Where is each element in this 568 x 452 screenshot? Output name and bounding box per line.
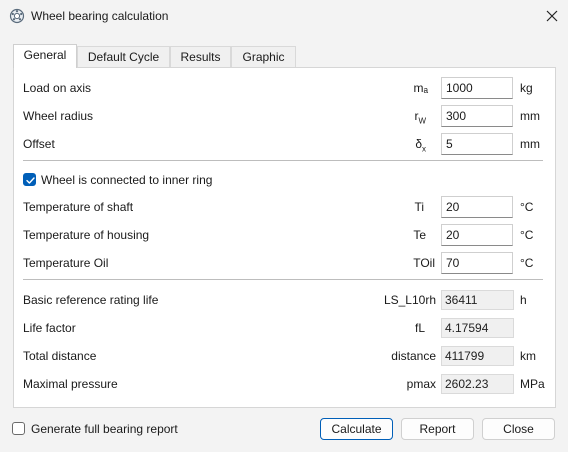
inner-ring-checkbox[interactable]	[23, 173, 36, 186]
total-distance-label: Total distance	[23, 349, 97, 363]
separator	[23, 279, 543, 280]
offset-label: Offset	[23, 137, 55, 151]
load-input[interactable]	[441, 77, 513, 99]
inner-ring-label[interactable]: Wheel is connected to inner ring	[41, 173, 212, 187]
bearing-app-icon	[9, 8, 25, 24]
separator	[23, 160, 543, 161]
life-factor-value	[441, 318, 514, 338]
oil-temp-symbol: TOil	[413, 256, 435, 270]
life-factor-symbol: fL	[414, 321, 425, 335]
window-title: Wheel bearing calculation	[31, 9, 169, 23]
offset-unit: mm	[520, 137, 540, 151]
load-unit: kg	[520, 81, 533, 95]
calculate-button[interactable]: Calculate	[320, 418, 393, 440]
shaft-temp-unit: °C	[520, 200, 534, 214]
rating-life-symbol: LS_L10rh	[383, 293, 436, 307]
housing-temp-symbol: Te	[413, 228, 426, 242]
max-pressure-label: Maximal pressure	[23, 377, 118, 391]
total-distance-symbol: distance	[391, 349, 436, 363]
max-pressure-value	[441, 374, 514, 394]
total-distance-unit: km	[520, 349, 536, 363]
load-label: Load on axis	[23, 81, 92, 95]
radius-input[interactable]	[441, 105, 513, 127]
oil-temp-unit: °C	[520, 256, 534, 270]
tab-results[interactable]: Results	[170, 46, 231, 67]
tab-default-cycle[interactable]: Default Cycle	[77, 46, 170, 67]
radius-unit: mm	[520, 109, 540, 123]
rating-life-unit: h	[520, 293, 527, 307]
total-distance-value	[441, 346, 514, 366]
offset-symbol: δx	[415, 137, 426, 154]
tab-graphic[interactable]: Graphic	[231, 46, 296, 67]
life-factor-label: Life factor	[23, 321, 76, 335]
tab-general[interactable]: General	[13, 44, 77, 68]
close-button[interactable]: Close	[482, 418, 555, 440]
shaft-temp-symbol: Ti	[414, 200, 424, 214]
max-pressure-unit: MPa	[520, 377, 545, 391]
shaft-temp-input[interactable]	[441, 196, 513, 218]
housing-temp-unit: °C	[520, 228, 534, 242]
full-report-checkbox[interactable]	[12, 422, 25, 435]
checkmark-icon	[26, 177, 35, 184]
offset-input[interactable]	[441, 133, 513, 155]
oil-temp-input[interactable]	[441, 252, 513, 274]
housing-temp-input[interactable]	[441, 224, 513, 246]
housing-temp-label: Temperature of housing	[23, 228, 150, 242]
rating-life-value	[441, 290, 514, 310]
load-symbol: mₐ	[413, 81, 428, 95]
oil-temp-label: Temperature Oil	[23, 256, 109, 270]
close-icon[interactable]	[540, 6, 564, 26]
radius-label: Wheel radius	[23, 109, 94, 123]
report-button[interactable]: Report	[401, 418, 474, 440]
full-report-label[interactable]: Generate full bearing report	[31, 422, 178, 436]
shaft-temp-label: Temperature of shaft	[23, 200, 134, 214]
title-bar: Wheel bearing calculation	[0, 0, 568, 32]
max-pressure-symbol: pmax	[406, 377, 436, 391]
radius-symbol: rW	[414, 109, 426, 126]
rating-life-label: Basic reference rating life	[23, 293, 159, 307]
